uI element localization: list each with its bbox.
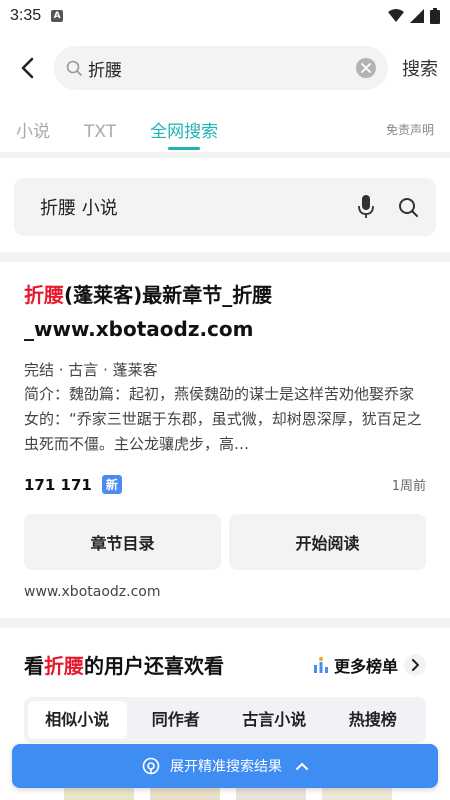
result-stats: 171 171 新 1周前: [24, 475, 426, 494]
tab-web-search[interactable]: 全网搜索: [150, 117, 218, 152]
recommend-tabs: 相似小说 同作者 古言小说 热搜榜: [24, 697, 426, 743]
back-arrow-icon: [21, 57, 34, 79]
close-icon: [361, 63, 371, 73]
start-reading-button[interactable]: 开始阅读: [229, 514, 426, 570]
recommend-header: 看折腰的用户还喜欢看 更多榜单: [24, 650, 426, 679]
recommend-title: 看折腰的用户还喜欢看: [24, 654, 224, 678]
result-card[interactable]: 折腰(蓬莱客)最新章节_折腰_www.xbotaodz.com 完结 · 古言 …: [0, 262, 450, 618]
search-tabs: 小说 TXT 全网搜索 免责声明: [0, 104, 450, 152]
result-description: 简介：魏劭篇：起初，燕侯魏劭的谋士是这样苦劝他娶乔家女的：“乔家三世踞于东郡，虽…: [24, 385, 422, 453]
result-url[interactable]: www.xbotaodz.com: [24, 584, 426, 600]
expand-precise-results-button[interactable]: 展开精准搜索结果: [12, 744, 438, 788]
result-meta: 完结 · 古言 · 蓬莱客: [24, 361, 158, 379]
tab-ancient-romance[interactable]: 古言小说: [225, 701, 324, 739]
clear-button[interactable]: [356, 58, 376, 78]
precise-search-icon: [142, 757, 160, 775]
result-time: 1周前: [391, 479, 426, 494]
chevron-right-icon: [404, 653, 426, 676]
result-title-highlight: 折腰: [24, 283, 64, 307]
query-text: 折腰 小说: [40, 198, 118, 219]
back-button[interactable]: [14, 55, 40, 81]
tab-hot-search[interactable]: 热搜榜: [324, 701, 423, 739]
chevron-up-icon: [296, 762, 308, 770]
search-box[interactable]: [54, 46, 388, 90]
search-icon: [66, 60, 82, 76]
tab-same-author[interactable]: 同作者: [127, 701, 226, 739]
toc-button[interactable]: 章节目录: [24, 514, 221, 570]
bar-chart-icon: [313, 656, 328, 673]
more-rankings-button[interactable]: 更多榜单: [313, 653, 426, 677]
result-title[interactable]: 折腰(蓬莱客)最新章节_折腰_www.xbotaodz.com: [24, 278, 426, 346]
search-bar: 搜索: [0, 32, 450, 104]
disclaimer-link[interactable]: 免责声明: [386, 121, 434, 138]
wifi-icon: [388, 9, 404, 22]
microphone-icon[interactable]: [358, 195, 374, 219]
signal-icon: [410, 9, 424, 23]
search-input[interactable]: [88, 58, 356, 78]
tab-similar[interactable]: 相似小说: [28, 701, 127, 739]
new-badge: 新: [101, 475, 122, 494]
query-search-icon[interactable]: [398, 197, 418, 217]
status-icons: [388, 8, 440, 24]
more-rankings-label: 更多榜单: [333, 656, 398, 676]
tab-novel[interactable]: 小说: [16, 117, 50, 152]
tab-txt[interactable]: TXT: [84, 122, 116, 152]
notification-a-icon: A: [51, 10, 64, 22]
status-time: 3:35: [10, 7, 42, 24]
query-box[interactable]: 折腰 小说: [14, 178, 436, 236]
battery-icon: [430, 8, 440, 24]
expand-label: 展开精准搜索结果: [170, 759, 282, 775]
result-count: 171 171: [24, 475, 92, 494]
search-button[interactable]: 搜索: [402, 55, 438, 81]
result-actions: 章节目录 开始阅读: [24, 514, 426, 570]
status-bar: 3:35 A: [0, 0, 450, 32]
query-section: 折腰 小说: [0, 158, 450, 252]
